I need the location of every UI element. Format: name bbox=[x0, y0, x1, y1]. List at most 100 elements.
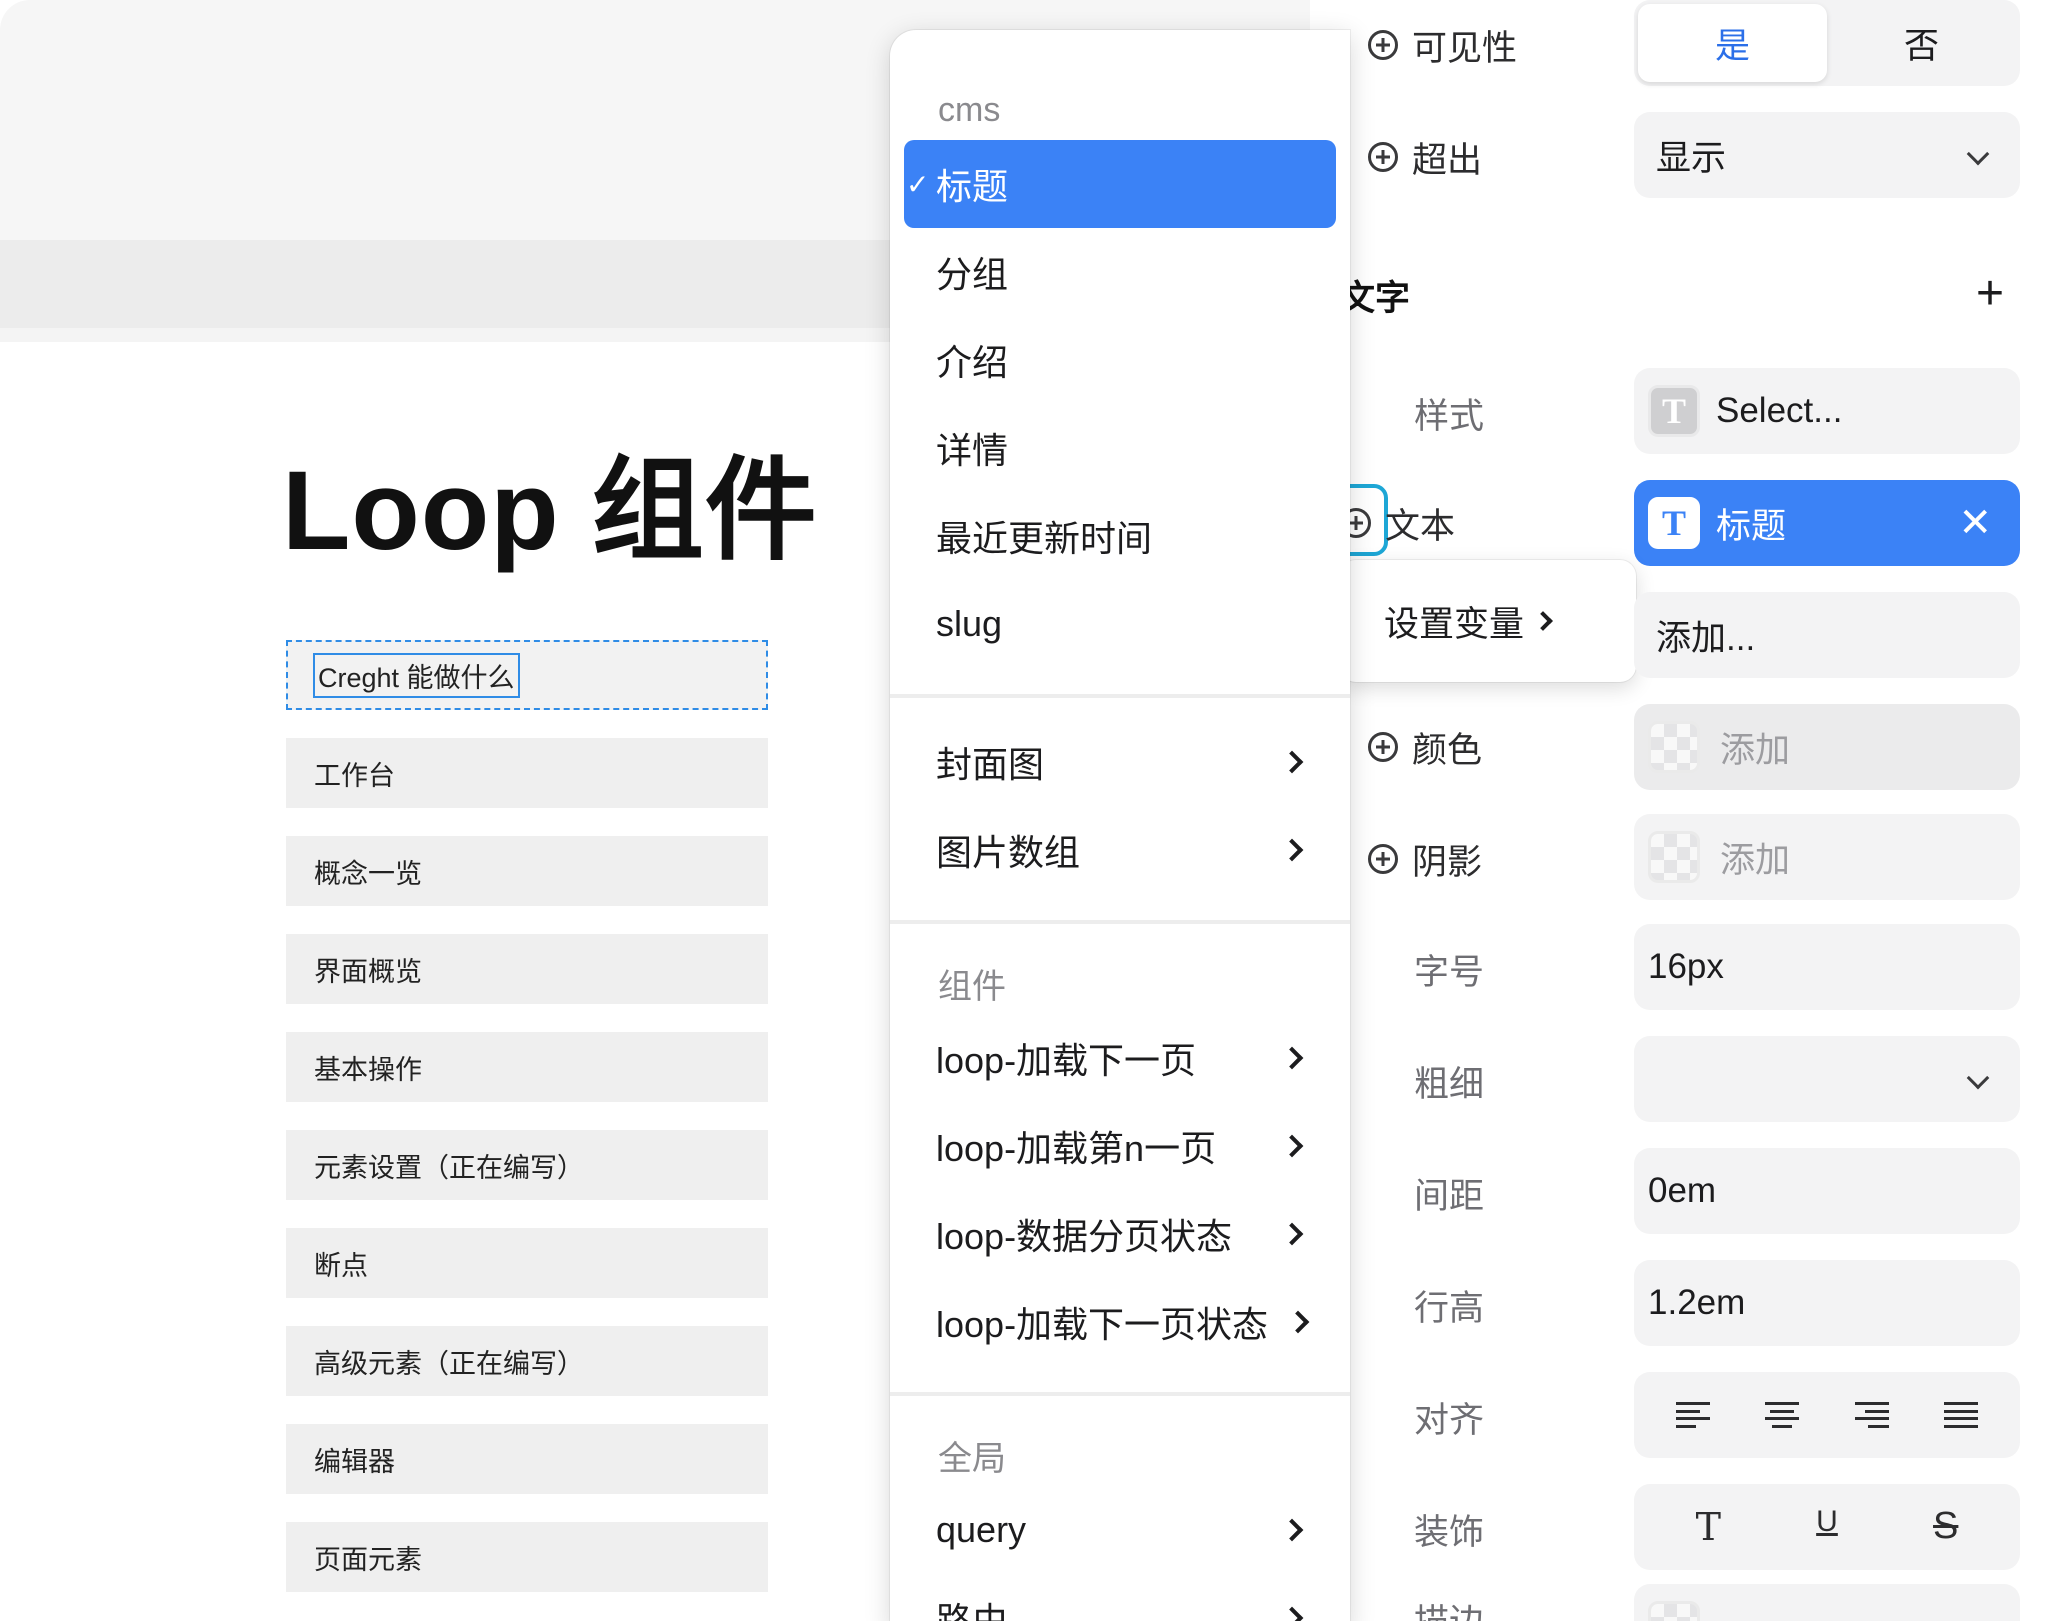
weight-label: 粗细 bbox=[1414, 1064, 1485, 1104]
text-decoration-group: T U S bbox=[1634, 1484, 2020, 1570]
close-icon[interactable]: ✕ bbox=[1958, 500, 1992, 546]
menu-item-loop-next-state[interactable]: loop-加载下一页状态 bbox=[890, 1278, 1350, 1366]
menu-item-label: 详情 bbox=[936, 430, 1009, 471]
menu-item-label: slug bbox=[936, 603, 1003, 644]
menu-item-title[interactable]: ✓ 标题 bbox=[904, 140, 1336, 228]
align-left-icon[interactable] bbox=[1675, 1402, 1710, 1428]
loop-item[interactable]: 基本操作 bbox=[286, 1032, 768, 1102]
menu-item-label: loop-加载下一页 bbox=[936, 1040, 1197, 1081]
loop-item[interactable]: 工作台 bbox=[286, 738, 768, 808]
style-select[interactable]: T Select... bbox=[1634, 368, 2020, 454]
chevron-right-icon bbox=[1286, 1310, 1310, 1334]
color-field[interactable]: 添加 bbox=[1634, 704, 2020, 790]
decoration-label: 装饰 bbox=[1414, 1512, 1485, 1552]
add-text-style-button[interactable]: + bbox=[1976, 270, 2004, 318]
shadow-row-label[interactable]: 阴影 bbox=[1368, 836, 1482, 882]
align-label: 对齐 bbox=[1414, 1400, 1485, 1440]
menu-item-label: loop-加载第n一页 bbox=[936, 1128, 1217, 1169]
page-title: Loop 组件 bbox=[282, 448, 818, 573]
menu-item-loop-next[interactable]: loop-加载下一页 bbox=[890, 1014, 1350, 1102]
menu-item-image-array[interactable]: 图片数组 bbox=[890, 806, 1350, 894]
overflow-row-label[interactable]: 超出 bbox=[1368, 134, 1482, 180]
variable-dropdown-menu: cms ✓ 标题 分组 介绍 详情 最近更新时间 slug 封面图 图片数组 组… bbox=[890, 30, 1350, 1621]
shadow-value: 添加 bbox=[1720, 840, 1791, 880]
underline-icon[interactable]: U bbox=[1816, 1505, 1838, 1549]
loop-item[interactable]: 元素设置（正在编写） bbox=[286, 1130, 768, 1200]
menu-item-details[interactable]: 详情 bbox=[890, 404, 1350, 492]
set-variable-label: 设置变量 bbox=[1384, 604, 1525, 644]
align-right-icon[interactable] bbox=[1854, 1402, 1889, 1428]
menu-divider bbox=[890, 1392, 1350, 1396]
set-variable-popover[interactable]: 设置变量 bbox=[1340, 560, 1636, 682]
shadow-swatch-icon bbox=[1648, 831, 1700, 883]
menu-item-intro[interactable]: 介绍 bbox=[890, 316, 1350, 404]
text-type-icon: T bbox=[1648, 385, 1700, 437]
menu-item-group[interactable]: 分组 bbox=[890, 228, 1350, 316]
stroke-field[interactable] bbox=[1634, 1584, 2020, 1621]
overflow-select[interactable]: 显示 bbox=[1634, 112, 2020, 198]
color-row-label[interactable]: 颜色 bbox=[1368, 724, 1482, 770]
menu-group-components: 组件 bbox=[938, 968, 1006, 1006]
loop-item[interactable]: 编辑器 bbox=[286, 1424, 768, 1494]
add-circle-icon[interactable] bbox=[1368, 732, 1398, 762]
visibility-yes-option[interactable]: 是 bbox=[1638, 4, 1827, 82]
color-label: 颜色 bbox=[1412, 730, 1483, 770]
loop-item-label: Creght 能做什么 bbox=[313, 652, 520, 698]
menu-item-updated-time[interactable]: 最近更新时间 bbox=[890, 492, 1350, 580]
visibility-toggle[interactable]: 是 否 bbox=[1634, 0, 2020, 86]
menu-item-label: loop-加载下一页状态 bbox=[936, 1304, 1269, 1345]
loop-item-label: 断点 bbox=[314, 1250, 368, 1281]
loop-item-label: 页面元素 bbox=[314, 1544, 422, 1575]
text-row-label[interactable]: 文本 bbox=[1341, 500, 1455, 546]
loop-item[interactable]: 界面概览 bbox=[286, 934, 768, 1004]
letter-spacing-value: 0em bbox=[1648, 1171, 1717, 1210]
line-height-label: 行高 bbox=[1414, 1288, 1485, 1328]
chevron-right-icon bbox=[1280, 838, 1304, 862]
style-placeholder: Select... bbox=[1716, 391, 1843, 430]
check-icon: ✓ bbox=[906, 168, 930, 200]
add-text-field[interactable]: 添加... bbox=[1634, 592, 2020, 678]
line-height-input[interactable]: 1.2em bbox=[1634, 1260, 2020, 1346]
decoration-none-icon[interactable]: T bbox=[1696, 1505, 1721, 1549]
letter-spacing-input[interactable]: 0em bbox=[1634, 1148, 2020, 1234]
add-circle-icon[interactable] bbox=[1368, 844, 1398, 874]
text-binding-chip[interactable]: T 标题 ✕ bbox=[1634, 480, 2020, 566]
menu-item-label: 标题 bbox=[936, 166, 1009, 207]
loop-item[interactable]: 概念一览 bbox=[286, 836, 768, 906]
loop-item[interactable]: 高级元素（正在编写） bbox=[286, 1326, 768, 1396]
overflow-label: 超出 bbox=[1412, 140, 1483, 180]
visibility-label: 可见性 bbox=[1412, 28, 1518, 68]
loop-item-selected[interactable]: Creght 能做什么 bbox=[286, 640, 768, 710]
add-circle-icon[interactable] bbox=[1368, 142, 1398, 172]
align-justify-icon[interactable] bbox=[1944, 1402, 1979, 1428]
chevron-right-icon bbox=[1280, 1606, 1304, 1621]
shadow-field[interactable]: 添加 bbox=[1634, 814, 2020, 900]
text-binding-value: 标题 bbox=[1716, 506, 1787, 546]
loop-item[interactable]: 断点 bbox=[286, 1228, 768, 1298]
visibility-no-option[interactable]: 否 bbox=[1827, 4, 2016, 82]
menu-group-global: 全局 bbox=[938, 1440, 1006, 1478]
chevron-down-icon bbox=[1966, 1066, 1990, 1090]
font-size-input[interactable]: 16px bbox=[1634, 924, 2020, 1010]
loop-item[interactable]: 页面元素 bbox=[286, 1522, 768, 1592]
menu-item-label: 最近更新时间 bbox=[936, 518, 1153, 559]
align-center-icon[interactable] bbox=[1765, 1402, 1800, 1428]
line-height-value: 1.2em bbox=[1648, 1283, 1746, 1322]
loop-item-label: 界面概览 bbox=[314, 956, 422, 987]
menu-item-loop-nth[interactable]: loop-加载第n一页 bbox=[890, 1102, 1350, 1190]
menu-item-query[interactable]: query bbox=[890, 1486, 1350, 1574]
add-circle-icon[interactable] bbox=[1368, 30, 1398, 60]
font-weight-select[interactable] bbox=[1634, 1036, 2020, 1122]
visibility-row-label[interactable]: 可见性 bbox=[1368, 22, 1517, 68]
chevron-right-icon bbox=[1280, 750, 1304, 774]
menu-item-loop-pagination[interactable]: loop-数据分页状态 bbox=[890, 1190, 1350, 1278]
chevron-right-icon bbox=[1280, 1134, 1304, 1158]
chevron-right-icon bbox=[1280, 1222, 1304, 1246]
menu-item-cover-image[interactable]: 封面图 bbox=[890, 718, 1350, 806]
menu-item-route[interactable]: 路由 bbox=[890, 1574, 1350, 1621]
menu-item-slug[interactable]: slug bbox=[890, 580, 1350, 668]
loop-item-label: 编辑器 bbox=[314, 1446, 395, 1477]
strikethrough-icon[interactable]: S bbox=[1933, 1505, 1958, 1549]
menu-item-label: loop-数据分页状态 bbox=[936, 1216, 1233, 1257]
menu-divider bbox=[890, 694, 1350, 698]
